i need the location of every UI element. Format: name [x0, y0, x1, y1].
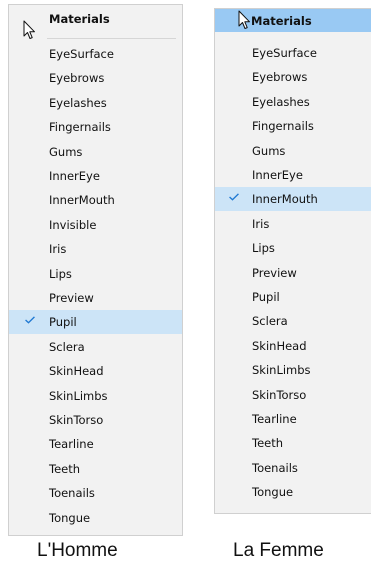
- menu-item-label: Eyebrows: [49, 71, 105, 86]
- menu-item[interactable]: InnerEye: [9, 164, 182, 188]
- menu-item[interactable]: SkinTorso: [9, 408, 182, 432]
- menu-item-label: InnerEye: [49, 169, 100, 183]
- menu-item[interactable]: SkinLimbs: [9, 384, 182, 408]
- menu-item-label: EyeSurface: [49, 47, 114, 61]
- menu-item[interactable]: Lips: [9, 262, 182, 286]
- menu-title: Materials: [251, 14, 312, 28]
- checkmark-icon: [229, 193, 239, 202]
- menu-item-label: InnerMouth: [252, 192, 318, 207]
- menu-item[interactable]: EyeSurface: [215, 41, 371, 65]
- menu-item-label: Tongue: [49, 510, 91, 525]
- menu-item-label: Eyelashes: [252, 94, 310, 109]
- menu-item[interactable]: Gums: [215, 139, 371, 163]
- menu-item-label: Lips: [49, 266, 72, 281]
- menu-item[interactable]: Sclera: [215, 309, 371, 333]
- menu-item-label: Tearline: [252, 412, 297, 426]
- menu-item[interactable]: InnerMouth: [9, 188, 182, 212]
- menu-separator: [47, 38, 176, 39]
- menu-item[interactable]: Toenails: [215, 456, 371, 480]
- menu-item[interactable]: Teeth: [9, 457, 182, 481]
- menu-item-label: Sclera: [49, 339, 85, 354]
- menu-item[interactable]: Tearline: [215, 407, 371, 431]
- menu-item[interactable]: Gums: [9, 140, 182, 164]
- menu-item-label: Toenails: [49, 486, 95, 501]
- menu-item-label: Toenails: [252, 460, 298, 475]
- menu-item-label: Preview: [252, 265, 297, 280]
- menu-item[interactable]: Toenails: [9, 481, 182, 505]
- menu-item-label: Teeth: [49, 461, 81, 476]
- menu-item[interactable]: Iris: [215, 212, 371, 236]
- menu-item[interactable]: Eyebrows: [215, 65, 371, 89]
- caption-left: L'Homme: [37, 540, 118, 561]
- menu-item-label: Pupil: [252, 290, 280, 304]
- menu-item-label: SkinTorso: [49, 413, 104, 427]
- menu-item[interactable]: Iris: [9, 237, 182, 261]
- menu-item[interactable]: InnerMouth: [215, 187, 371, 212]
- menu-item-label: SkinTorso: [252, 387, 307, 402]
- materials-menu-left: Materials EyeSurface Eyebrows Eyelashes Fin…: [8, 4, 183, 536]
- menu-item-label: Tearline: [49, 437, 94, 452]
- menu-item[interactable]: EyeSurface: [9, 42, 182, 66]
- menu-item-label: SkinLimbs: [252, 363, 311, 378]
- menu-item-label: EyeSurface: [252, 46, 317, 60]
- menu-item[interactable]: Sclera: [9, 335, 182, 359]
- mouse-pointer-icon: [238, 10, 250, 29]
- menu-item-label: Fingernails: [49, 120, 111, 135]
- menu-item-label: InnerMouth: [49, 193, 115, 208]
- menu-item-label: Iris: [49, 242, 67, 257]
- menu-item[interactable]: Lips: [215, 236, 371, 260]
- menu-item-label: Preview: [49, 291, 94, 305]
- menu-item[interactable]: SkinHead: [9, 359, 182, 383]
- menu-item[interactable]: Preview: [9, 286, 182, 310]
- menu-item[interactable]: Fingernails: [215, 114, 371, 138]
- menu-item-label: Gums: [252, 143, 286, 158]
- menu-item[interactable]: Eyebrows: [9, 66, 182, 90]
- menu-item[interactable]: Preview: [215, 261, 371, 285]
- menu-item[interactable]: Tearline: [9, 432, 182, 456]
- menu-item-label: Teeth: [252, 436, 284, 451]
- menu-item[interactable]: Pupil: [215, 285, 371, 309]
- menu-item-label: Invisible: [49, 217, 97, 232]
- menu-item[interactable]: Eyelashes: [215, 90, 371, 114]
- menu-item[interactable]: Teeth: [215, 431, 371, 455]
- menu-item[interactable]: Tongue: [9, 506, 182, 530]
- mouse-pointer-icon: [23, 20, 35, 39]
- menu-item[interactable]: InnerEye: [215, 163, 371, 187]
- menu-item[interactable]: SkinHead: [215, 334, 371, 358]
- menu-item[interactable]: SkinLimbs: [215, 358, 371, 382]
- menu-item-label: SkinHead: [49, 364, 104, 379]
- menu-item[interactable]: SkinTorso: [215, 383, 371, 407]
- menu-item-label: Fingernails: [252, 119, 314, 134]
- menu-item[interactable]: Fingernails: [9, 115, 182, 139]
- menu-item-label: Pupil: [49, 315, 77, 330]
- menu-title: Materials: [49, 12, 110, 26]
- menu-item-label: SkinHead: [252, 338, 307, 353]
- menu-item-label: InnerEye: [252, 168, 303, 182]
- menu-item-label: Iris: [252, 216, 270, 231]
- menu-item[interactable]: Eyelashes: [9, 91, 182, 115]
- menu-item-label: Lips: [252, 241, 275, 256]
- menu-item[interactable]: Pupil: [9, 310, 182, 335]
- materials-menu-right: Materials EyeSurface Eyebrows Eyelashes Fin…: [214, 8, 371, 514]
- menu-item[interactable]: Invisible: [9, 213, 182, 237]
- caption-right: La Femme: [233, 540, 324, 561]
- menu-item-label: SkinLimbs: [49, 388, 108, 403]
- menu-item-label: Tongue: [252, 485, 294, 500]
- menu-item-label: Sclera: [252, 314, 288, 329]
- menu-item[interactable]: Tongue: [215, 480, 371, 504]
- menu-item-label: Gums: [49, 144, 83, 159]
- checkmark-icon: [25, 316, 35, 325]
- menu-item-label: Eyelashes: [49, 95, 107, 110]
- menu-item-label: Eyebrows: [252, 70, 308, 85]
